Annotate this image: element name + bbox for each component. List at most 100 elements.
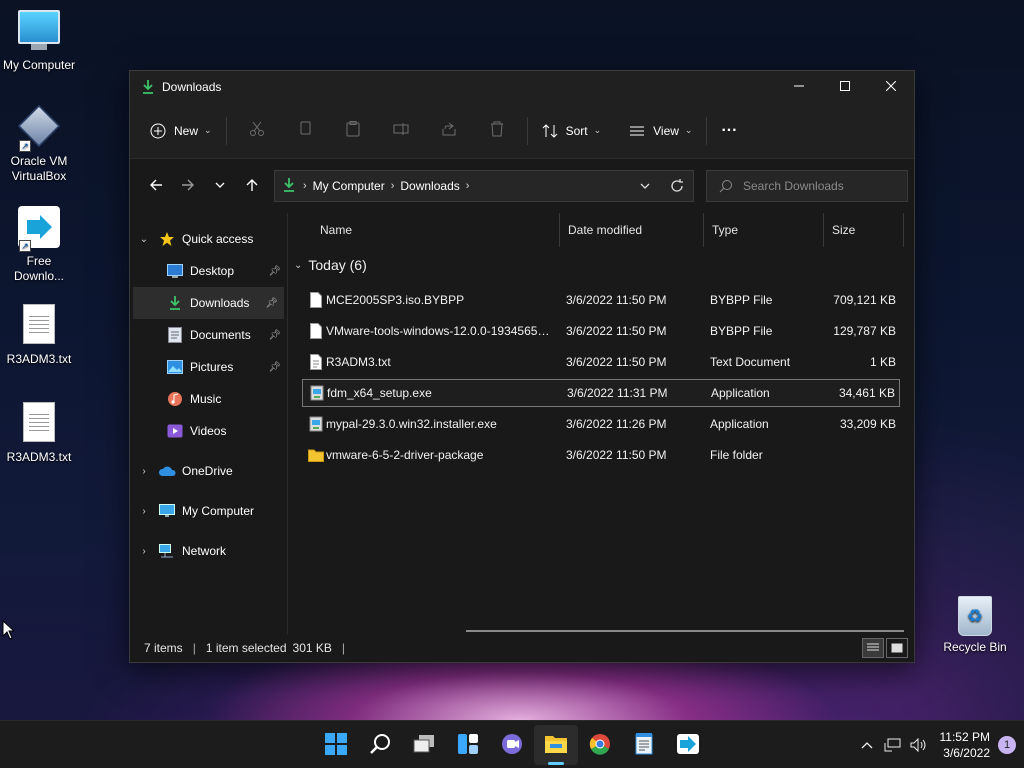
file-name: vmware-6-5-2-driver-package bbox=[326, 448, 484, 462]
show-hidden-icons-button[interactable] bbox=[854, 741, 880, 749]
network-status-button[interactable] bbox=[880, 738, 906, 752]
up-button[interactable] bbox=[236, 170, 268, 202]
sidebar-item-videos[interactable]: Videos bbox=[130, 415, 287, 447]
rename-button[interactable] bbox=[377, 113, 425, 149]
file-explorer-taskbar-button[interactable] bbox=[534, 725, 578, 765]
sidebar-item-quick-access[interactable]: ⌄ Quick access bbox=[130, 223, 287, 255]
tiles-view-button[interactable] bbox=[886, 638, 908, 658]
sidebar-item-network[interactable]: › Network bbox=[130, 535, 287, 567]
sidebar-item-music[interactable]: Music bbox=[130, 383, 287, 415]
chevron-down-icon bbox=[214, 179, 226, 194]
sidebar-item-onedrive[interactable]: › OneDrive bbox=[130, 455, 287, 487]
chevron-down-icon[interactable]: ⌄ bbox=[130, 234, 158, 245]
column-header-date[interactable]: Date modified bbox=[560, 213, 704, 247]
file-size: 33,209 KB bbox=[839, 417, 896, 431]
window-title: Downloads bbox=[162, 80, 222, 94]
chevron-right-icon: › bbox=[303, 180, 307, 192]
file-name: mypal-29.3.0.win32.installer.exe bbox=[326, 417, 497, 431]
clock[interactable]: 11:52 PM 3/6/2022 bbox=[940, 729, 990, 761]
column-header-type[interactable]: Type bbox=[704, 213, 824, 247]
copy-button[interactable] bbox=[281, 113, 329, 149]
maximize-button[interactable] bbox=[822, 72, 868, 102]
refresh-icon bbox=[671, 179, 683, 192]
chevron-up-icon bbox=[861, 742, 872, 749]
share-button[interactable] bbox=[425, 113, 473, 149]
back-button[interactable] bbox=[140, 170, 172, 202]
desktop-icon-recycle-bin[interactable]: ♻ Recycle Bin bbox=[940, 596, 1010, 654]
group-header-today[interactable]: ⌄ Today (6) bbox=[294, 257, 367, 273]
chevron-right-icon[interactable]: › bbox=[130, 466, 158, 477]
delete-button[interactable] bbox=[473, 113, 521, 149]
new-label: New bbox=[174, 123, 199, 138]
chevron-down-icon[interactable]: ⌄ bbox=[294, 260, 302, 271]
refresh-button[interactable] bbox=[661, 171, 693, 201]
search-box[interactable]: Search Downloads bbox=[706, 170, 908, 202]
file-row[interactable]: fdm_x64_setup.exe 3/6/2022 11:31 PM Appl… bbox=[302, 379, 900, 407]
file-date: 3/6/2022 11:50 PM bbox=[566, 448, 667, 462]
file-row[interactable]: VMware-tools-windows-12.0.0-19345655....… bbox=[302, 317, 900, 345]
notification-badge[interactable]: 1 bbox=[998, 736, 1016, 754]
file-row[interactable]: vmware-6-5-2-driver-package 3/6/2022 11:… bbox=[302, 441, 900, 469]
sidebar-item-my-computer[interactable]: › My Computer bbox=[130, 495, 287, 527]
view-button[interactable]: View ⌄ bbox=[621, 113, 700, 149]
chevron-right-icon[interactable]: › bbox=[130, 506, 158, 517]
details-view-button[interactable] bbox=[862, 638, 884, 658]
sidebar-item-downloads[interactable]: Downloads 📌︎ bbox=[133, 287, 284, 319]
chevron-right-icon: › bbox=[465, 180, 470, 192]
free-download-manager-taskbar-button[interactable] bbox=[666, 721, 710, 768]
share-icon bbox=[441, 121, 457, 140]
file-row[interactable]: R3ADM3.txt 3/6/2022 11:50 PM Text Docume… bbox=[302, 348, 900, 376]
task-view-button[interactable] bbox=[402, 721, 446, 768]
desktop-icon-r3adm3-2[interactable]: R3ADM3.txt bbox=[0, 402, 78, 465]
breadcrumb-downloads[interactable]: Downloads bbox=[400, 179, 459, 193]
documents-icon bbox=[166, 327, 184, 343]
minimize-button[interactable] bbox=[776, 72, 822, 102]
address-bar[interactable]: › My Computer › Downloads › bbox=[274, 170, 694, 202]
title-bar[interactable]: Downloads bbox=[130, 71, 914, 103]
chrome-taskbar-button[interactable] bbox=[578, 721, 622, 768]
chevron-right-icon[interactable]: › bbox=[130, 546, 158, 557]
horizontal-scrollbar[interactable] bbox=[466, 630, 904, 632]
chevron-down-icon: ⌄ bbox=[204, 125, 212, 135]
address-history-dropdown[interactable] bbox=[629, 171, 661, 201]
close-button[interactable] bbox=[868, 72, 914, 102]
desktop-icon-virtualbox[interactable]: ↗ Oracle VM VirtualBox bbox=[0, 104, 78, 184]
cut-button[interactable] bbox=[233, 113, 281, 149]
desktop-icon-my-computer[interactable]: My Computer bbox=[0, 10, 78, 73]
notepad-taskbar-button[interactable] bbox=[622, 721, 666, 768]
paste-button[interactable] bbox=[329, 113, 377, 149]
desktop-icon-free-download-manager[interactable]: ↗ Free Downlo... bbox=[0, 206, 78, 284]
file-size: 129,787 KB bbox=[833, 324, 896, 338]
recent-locations-button[interactable] bbox=[204, 170, 236, 202]
column-header-name[interactable]: Name bbox=[312, 213, 560, 247]
recycle-bin-icon: ♻ bbox=[958, 596, 992, 636]
videos-icon bbox=[166, 423, 184, 439]
arrow-right-icon bbox=[181, 178, 195, 195]
sidebar-item-desktop[interactable]: Desktop 📌︎ bbox=[130, 255, 287, 287]
taskbar-search-button[interactable] bbox=[358, 721, 402, 768]
desktop-icon-r3adm3-1[interactable]: R3ADM3.txt bbox=[0, 304, 78, 367]
desktop-icon-label: Oracle VM VirtualBox bbox=[10, 154, 68, 183]
start-button[interactable] bbox=[314, 721, 358, 768]
sidebar-item-documents[interactable]: Documents 📌︎ bbox=[130, 319, 287, 351]
sort-button[interactable]: Sort ⌄ bbox=[534, 113, 610, 149]
widgets-button[interactable] bbox=[446, 721, 490, 768]
column-label: Size bbox=[832, 223, 856, 237]
new-button[interactable]: New ⌄ bbox=[142, 113, 220, 149]
volume-button[interactable] bbox=[906, 738, 932, 752]
file-row[interactable]: MCE2005SP3.iso.BYBPP 3/6/2022 11:50 PM B… bbox=[302, 286, 900, 314]
file-row[interactable]: mypal-29.3.0.win32.installer.exe 3/6/202… bbox=[302, 410, 900, 438]
file-type: File folder bbox=[710, 448, 763, 462]
desktop-folder-icon bbox=[166, 263, 184, 279]
clock-date: 3/6/2022 bbox=[943, 746, 990, 760]
column-header-size[interactable]: Size bbox=[824, 213, 904, 247]
forward-button[interactable] bbox=[172, 170, 204, 202]
file-type: BYBPP File bbox=[710, 324, 773, 338]
file-name: fdm_x64_setup.exe bbox=[327, 386, 432, 400]
chat-button[interactable] bbox=[490, 721, 534, 768]
file-list: Name Date modified Type Size ⌄ Today (6)… bbox=[288, 213, 914, 634]
breadcrumb-my-computer[interactable]: My Computer bbox=[313, 179, 385, 193]
sidebar-item-pictures[interactable]: Pictures 📌︎ bbox=[130, 351, 287, 383]
more-options-button[interactable]: ··· bbox=[713, 113, 745, 149]
clipboard-icon bbox=[345, 121, 361, 140]
